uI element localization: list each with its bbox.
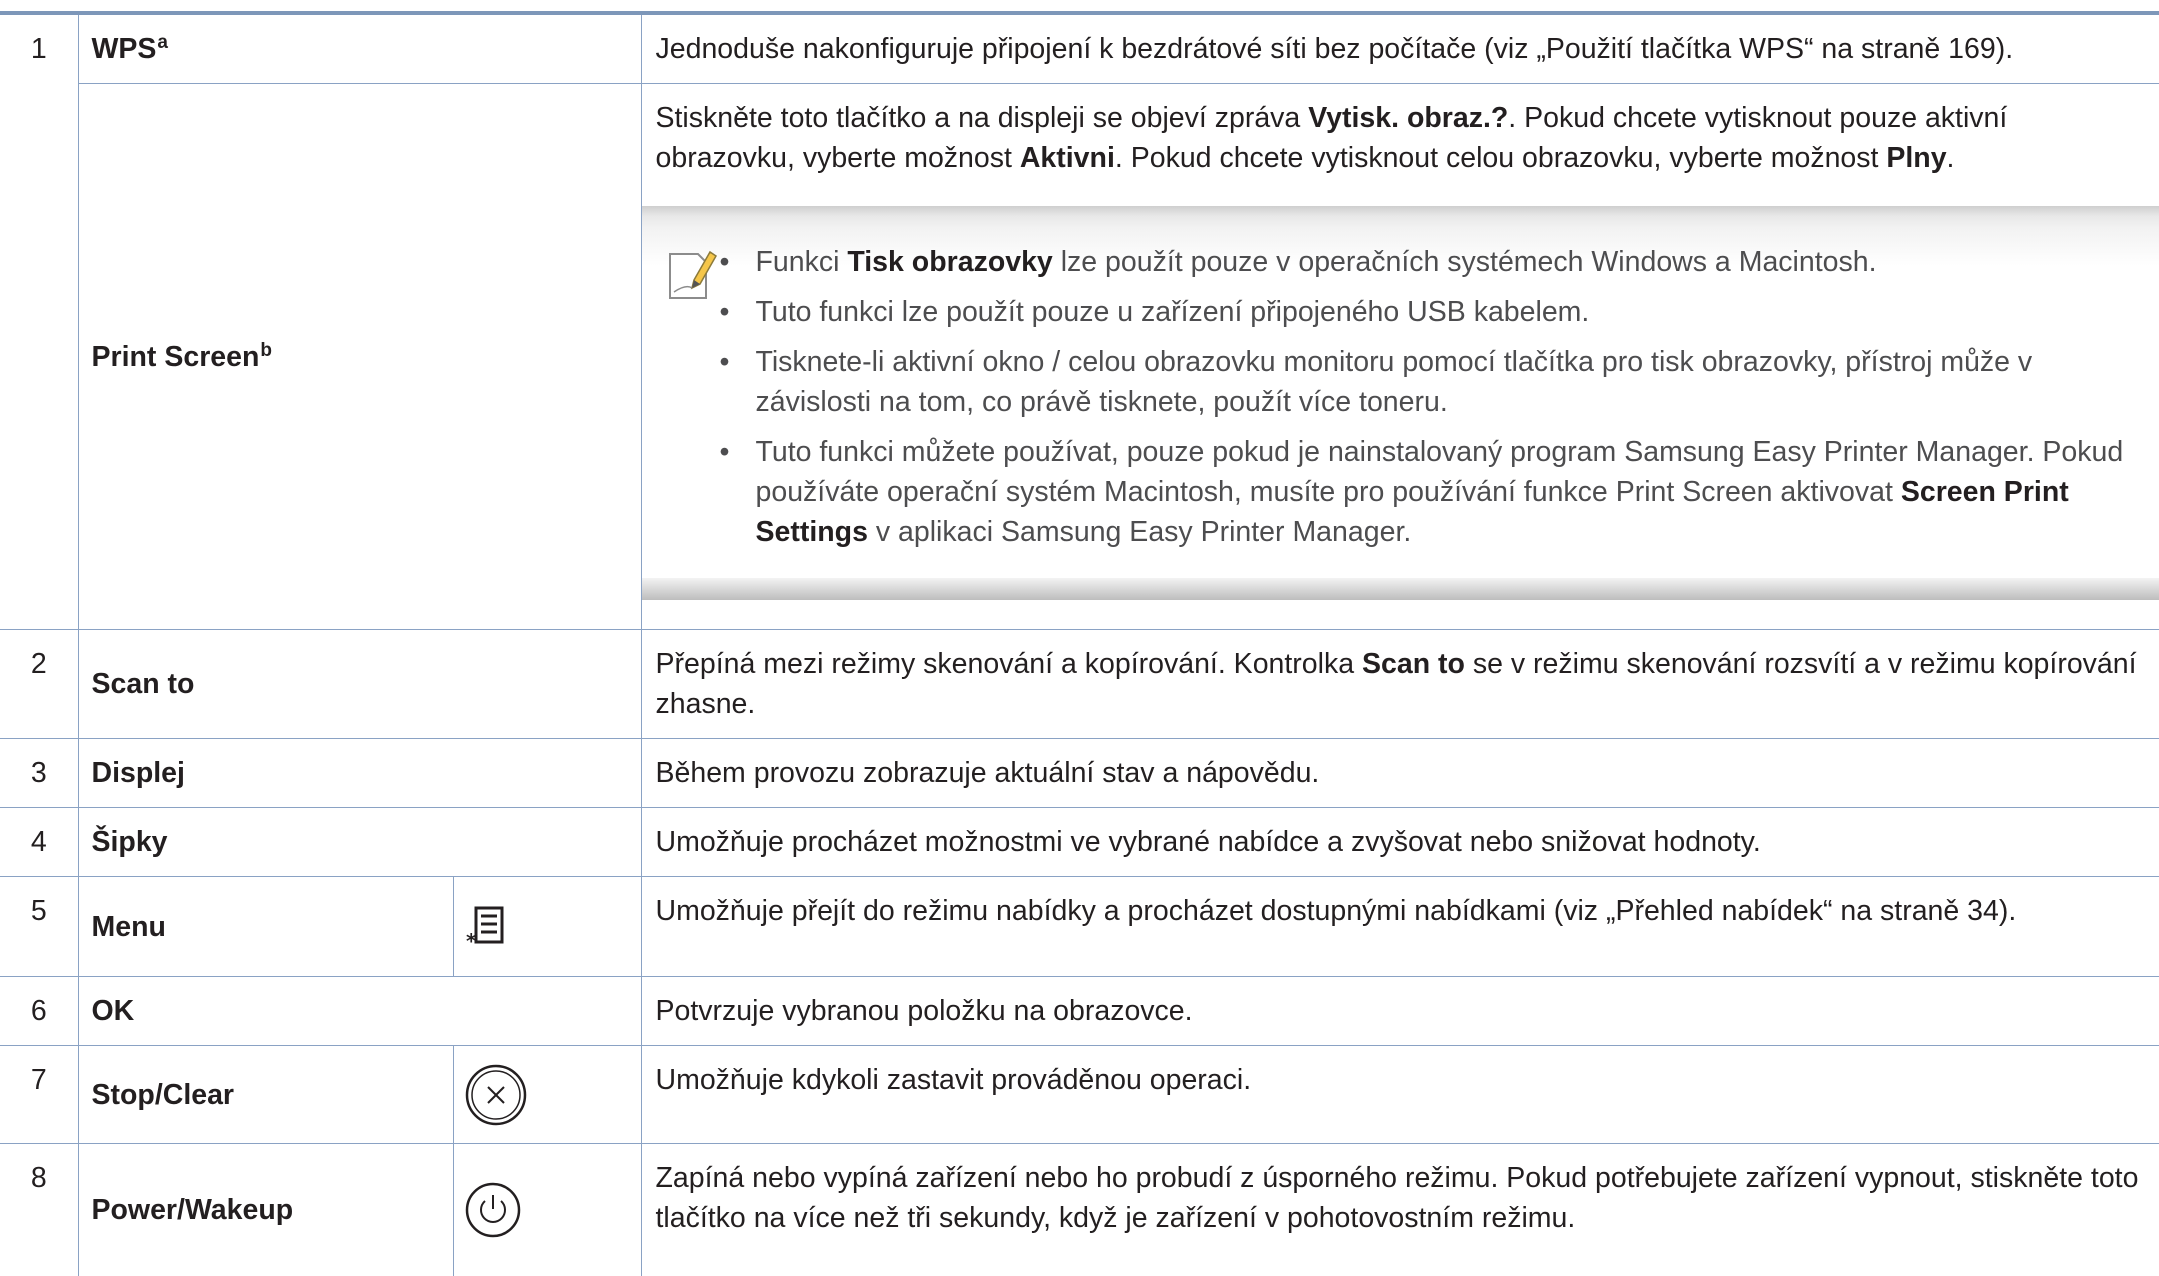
menu-icon: * <box>464 904 508 950</box>
button-description: Umožňuje kdykoli zastavit prováděnou ope… <box>641 1046 2159 1144</box>
button-description: Během provozu zobrazuje aktuální stav a … <box>641 739 2159 808</box>
table-row: 8 Power/Wakeup Zapíná nebo vypíná zaříze… <box>0 1144 2159 1276</box>
button-name: Menu <box>78 877 453 977</box>
button-description: Zapíná nebo vypíná zařízení nebo ho prob… <box>641 1144 2159 1276</box>
table-row: 5 Menu * Umožňuje přejít do režimu nabíd… <box>0 877 2159 977</box>
list-item: Funkci Tisk obrazovky lze použít pouze v… <box>756 242 2150 282</box>
button-name: Stop/Clear <box>78 1046 453 1144</box>
list-item: Tisknete-li aktivní okno / celou obrazov… <box>756 342 2150 422</box>
print-screen-description: Stiskněte toto tlačítko a na displeji se… <box>656 98 2150 178</box>
button-description: Umožňuje přejít do režimu nabídky a proc… <box>641 877 2159 977</box>
button-description: Přepíná mezi režimy skenování a kopírová… <box>641 630 2159 739</box>
button-name: WPSa <box>78 15 641 84</box>
button-name: Šipky <box>78 808 641 877</box>
list-item: Tuto funkci lze použít pouze u zařízení … <box>756 292 2150 332</box>
row-number: 6 <box>0 977 78 1046</box>
table-row: 7 Stop/Clear Umožňuje kdykoli zastavit p… <box>0 1046 2159 1144</box>
button-name: OK <box>78 977 641 1046</box>
button-icon-cell: * <box>453 877 641 977</box>
button-description: Umožňuje procházet možnostmi ve vybrané … <box>641 808 2159 877</box>
control-panel-page: 1 WPSa Jednoduše nakonfiguruje připojení… <box>0 0 2159 1247</box>
button-description: Potvrzuje vybranou položku na obrazovce. <box>641 977 2159 1046</box>
note-box: Funkci Tisk obrazovky lze použít pouze v… <box>642 206 2159 592</box>
button-description: Jednoduše nakonfiguruje připojení k bezd… <box>641 15 2159 84</box>
row-number: 2 <box>0 630 78 739</box>
note-pencil-icon <box>664 244 718 304</box>
table-row: 3 Displej Během provozu zobrazuje aktuál… <box>0 739 2159 808</box>
row-number: 7 <box>0 1046 78 1144</box>
button-name: Scan to <box>78 630 641 739</box>
row-number: 1 <box>0 15 78 630</box>
button-icon-cell <box>453 1046 641 1144</box>
button-description: Stiskněte toto tlačítko a na displeji se… <box>641 84 2159 630</box>
power-icon <box>464 1181 522 1239</box>
control-panel-table: 1 WPSa Jednoduše nakonfiguruje připojení… <box>0 15 2159 1276</box>
row-number: 3 <box>0 739 78 808</box>
table-row: Print Screenb Stiskněte toto tlačítko a … <box>0 84 2159 630</box>
button-name: Power/Wakeup <box>78 1144 453 1276</box>
button-name: Displej <box>78 739 641 808</box>
row-number: 5 <box>0 877 78 977</box>
table-row: 2 Scan to Přepíná mezi režimy skenování … <box>0 630 2159 739</box>
note-list: Funkci Tisk obrazovky lze použít pouze v… <box>656 242 2150 552</box>
button-name: Print Screenb <box>78 84 641 630</box>
button-icon-cell <box>453 1144 641 1276</box>
table-row: 1 WPSa Jednoduše nakonfiguruje připojení… <box>0 15 2159 84</box>
list-item: Tuto funkci můžete používat, pouze pokud… <box>756 432 2150 552</box>
svg-text:*: * <box>466 929 477 950</box>
row-number: 4 <box>0 808 78 877</box>
table-row: 4 Šipky Umožňuje procházet možnostmi ve … <box>0 808 2159 877</box>
row-number: 8 <box>0 1144 78 1276</box>
note-bottom-bar <box>642 578 2159 600</box>
stop-clear-icon <box>464 1063 528 1127</box>
table-row: 6 OK Potvrzuje vybranou položku na obraz… <box>0 977 2159 1046</box>
